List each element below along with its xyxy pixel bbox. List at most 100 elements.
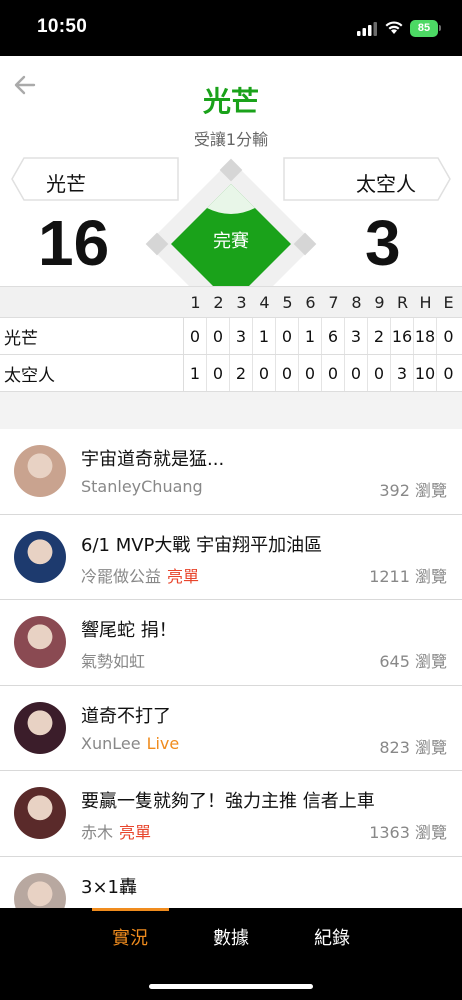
wifi-icon — [385, 21, 403, 34]
linescore-table: 1 2 3 4 5 6 7 8 9 R H E 光芒 0 0 3 1 0 1 6… — [0, 286, 462, 392]
post-author: 赤木 — [81, 823, 114, 842]
linescore-cell: 6 — [322, 318, 345, 354]
linescore-team: 太空人 — [0, 355, 184, 391]
inning-header: 8 — [351, 292, 362, 312]
away-score: 3 — [365, 207, 401, 279]
page-title: 光芒 — [202, 85, 259, 118]
errors-header: E — [443, 292, 454, 312]
list-item[interactable]: 6/1 MVP大戰 宇宙翔平加油區 冷罷做公益 亮單 1211 瀏覽 — [0, 514, 462, 600]
post-views: 392 瀏覽 — [379, 481, 447, 500]
list-item[interactable]: 道奇不打了 XunLee Live 823 瀏覽 — [0, 685, 462, 771]
inning-header: 2 — [213, 292, 224, 312]
list-item[interactable]: 響尾蛇 捐！ 氣勢如虹 645 瀏覽 — [0, 600, 462, 686]
post-views: 1363 瀏覽 — [369, 823, 447, 842]
post-title: 3×1轟 — [81, 876, 137, 898]
list-item[interactable]: 3×1轟 — [0, 856, 462, 908]
linescore-cell: 1 — [184, 355, 207, 391]
post-author-line: XunLee Live — [81, 734, 179, 753]
inning-header: 6 — [305, 292, 316, 312]
linescore-header-row: 1 2 3 4 5 6 7 8 9 R H E — [0, 287, 462, 318]
linescore-errors: 0 — [443, 326, 454, 346]
battery-icon: 85 — [410, 20, 438, 37]
post-tag: Live — [146, 733, 180, 753]
post-title: 道奇不打了 — [81, 705, 171, 727]
runs-header: R — [396, 292, 409, 312]
linescore-cell: 1 — [299, 318, 322, 354]
inning-header: 9 — [374, 292, 385, 312]
tab-records[interactable]: 紀錄 — [314, 924, 350, 950]
avatar — [14, 530, 66, 583]
avatar — [14, 445, 66, 497]
linescore-cell: 0 — [184, 318, 207, 354]
linescore-cell: 1 — [253, 318, 276, 354]
linescore-cell: 3 — [230, 318, 253, 354]
linescore-cell: 0 — [345, 355, 368, 391]
status-time: 10:50 — [37, 16, 88, 37]
avatar — [14, 872, 66, 908]
post-views: 823 瀏覽 — [379, 737, 447, 757]
status-bar: 10:50 85 — [0, 0, 462, 56]
post-tag: 亮單 — [119, 823, 152, 842]
tab-live[interactable]: 實況 — [112, 924, 148, 950]
post-author: 氣勢如虹 — [81, 652, 146, 671]
linescore-row-away: 太空人 1 0 2 0 0 0 0 0 0 3 10 0 — [0, 355, 462, 392]
linescore-cell: 0 — [368, 355, 391, 391]
app-content: 光芒 受讓1分輸 光芒 太空人 完賽 16 3 1 2 3 4 5 6 7 8 … — [0, 56, 462, 908]
linescore-cell: 0 — [253, 355, 276, 391]
battery-tip — [439, 25, 441, 31]
post-author-line: 冷罷做公益 亮單 — [81, 563, 199, 587]
post-author: StanleyChuang — [81, 477, 203, 496]
bottom-tab-bar: 實況 數據 紀錄 — [0, 908, 462, 1000]
linescore-cell: 0 — [322, 355, 345, 391]
linescore-cell: 0 — [276, 355, 299, 391]
post-author-line: StanleyChuang — [81, 477, 209, 496]
post-tag: 亮單 — [167, 566, 200, 586]
game-status: 完賽 — [213, 231, 249, 252]
linescore-runs: 3 — [391, 355, 414, 391]
avatar — [14, 701, 66, 754]
list-item[interactable]: 要贏一隻就夠了！強力主推 信者上車 赤木 亮單 1363 瀏覽 — [0, 771, 462, 857]
linescore-row-home: 光芒 0 0 3 1 0 1 6 3 2 16 18 0 — [0, 318, 462, 355]
linescore-cell: 3 — [345, 318, 368, 354]
post-title: 6/1 MVP大戰 宇宙翔平加油區 — [81, 534, 323, 556]
handicap-result: 受讓1分輸 — [193, 130, 269, 149]
linescore-cell: 2 — [368, 318, 391, 354]
post-author-line: 氣勢如虹 — [81, 648, 151, 672]
home-indicator[interactable] — [149, 984, 313, 989]
scoreboard-header: 光芒 受讓1分輸 光芒 太空人 完賽 16 3 — [0, 56, 462, 328]
post-author-line: 赤木 亮單 — [81, 819, 151, 843]
inning-header: 3 — [236, 292, 247, 312]
post-views: 1211 瀏覽 — [369, 566, 447, 586]
linescore-runs: 16 — [391, 318, 414, 354]
list-item[interactable]: 宇宙道奇就是猛... StanleyChuang 392 瀏覽 — [0, 429, 462, 515]
linescore-cell: 0 — [276, 318, 299, 354]
post-title: 要贏一隻就夠了！強力主推 信者上車 — [81, 791, 375, 812]
linescore-cell: 0 — [299, 355, 322, 391]
linescore-cell: 0 — [207, 355, 230, 391]
active-tab-indicator — [92, 908, 169, 911]
post-views: 645 瀏覽 — [379, 652, 447, 671]
avatar — [14, 787, 66, 839]
inning-header: 7 — [328, 292, 339, 312]
linescore-corner — [0, 287, 184, 317]
linescore-team: 光芒 — [0, 318, 184, 354]
tab-stats[interactable]: 數據 — [213, 924, 249, 950]
cellular-signal-icon — [357, 22, 377, 36]
inning-header: 5 — [282, 292, 293, 312]
avatar — [14, 616, 66, 668]
away-team-name: 太空人 — [356, 172, 416, 196]
linescore-cell: 0 — [207, 318, 230, 354]
post-title: 響尾蛇 捐！ — [81, 620, 177, 641]
post-title: 宇宙道奇就是猛... — [81, 449, 225, 470]
linescore-hits: 10 — [414, 355, 437, 391]
post-author: 冷罷做公益 — [81, 566, 162, 586]
post-list: 宇宙道奇就是猛... StanleyChuang 392 瀏覽 6/1 MVP大… — [0, 429, 462, 908]
inning-header: 4 — [259, 292, 270, 312]
linescore-hits: 18 — [414, 318, 437, 354]
linescore-errors: 0 — [443, 363, 454, 383]
home-team-name: 光芒 — [46, 172, 86, 196]
home-score: 16 — [38, 207, 110, 279]
post-author: XunLee — [81, 733, 141, 753]
inning-header: 1 — [190, 292, 201, 312]
hits-header: H — [419, 292, 432, 312]
